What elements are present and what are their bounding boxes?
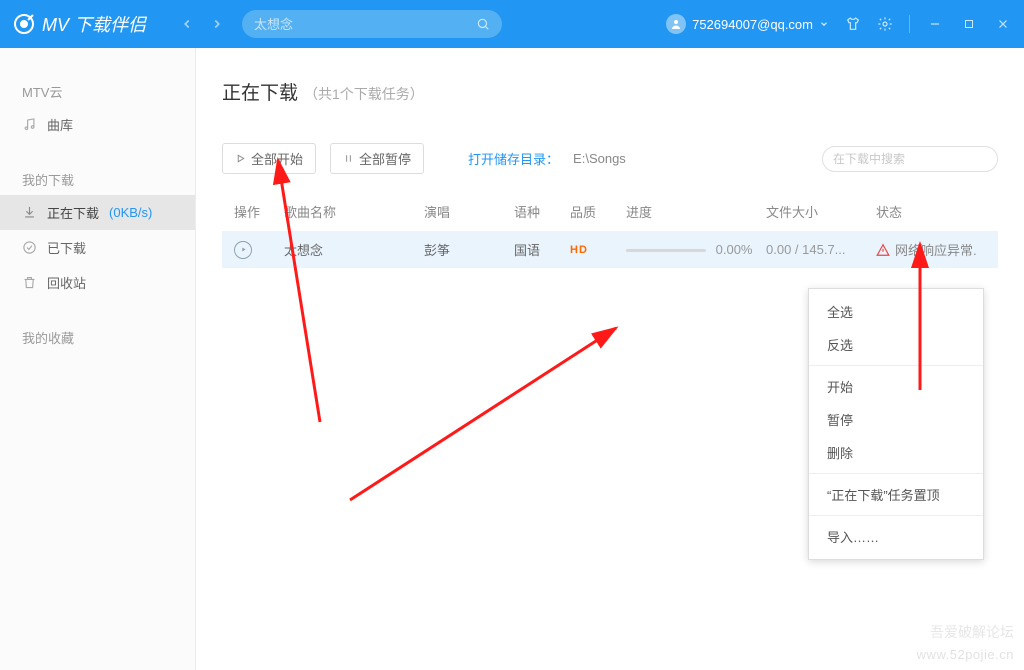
sidebar-item-label: 正在下载 (47, 203, 99, 222)
play-icon (235, 153, 246, 164)
chevron-down-icon (819, 19, 829, 29)
play-icon (240, 246, 247, 253)
app-name: MV 下载伴侣 (42, 11, 146, 37)
sidebar-item-label: 已下载 (47, 238, 86, 257)
header-search-input[interactable] (254, 17, 476, 32)
sidebar-item-library[interactable]: 曲库 (0, 107, 195, 142)
row-name: 太想念 (284, 240, 424, 259)
menu-separator (809, 473, 983, 474)
page-title: 正在下载 （共1个下载任务） (222, 78, 998, 105)
col-singer: 演唱 (424, 202, 514, 221)
menu-start[interactable]: 开始 (809, 370, 983, 403)
row-quality: HD (570, 244, 626, 256)
sidebar-item-downloaded[interactable]: 已下载 (0, 230, 195, 265)
download-search[interactable] (822, 146, 998, 172)
sidebar-item-label: 曲库 (47, 115, 73, 134)
sidebar-section-favorites: 我的收藏 (0, 322, 195, 353)
row-play-button[interactable] (234, 241, 284, 259)
col-status: 状态 (876, 202, 986, 221)
menu-separator (809, 515, 983, 516)
col-name: 歌曲名称 (284, 202, 424, 221)
row-lang: 国语 (514, 240, 570, 259)
open-storage-link[interactable]: 打开储存目录： (468, 149, 559, 168)
start-all-button[interactable]: 全部开始 (222, 143, 316, 174)
header-divider (909, 15, 910, 33)
nav-buttons (176, 13, 228, 35)
menu-select-all[interactable]: 全选 (809, 295, 983, 328)
menu-separator (809, 365, 983, 366)
context-menu: 全选 反选 开始 暂停 删除 “正在下载”任务置顶 导入…… (808, 288, 984, 560)
progress-bar (626, 249, 706, 252)
download-speed: (0KB/s) (109, 205, 152, 220)
pause-icon (343, 153, 354, 164)
col-progress: 进度 (626, 202, 766, 221)
warning-icon (876, 243, 890, 257)
user-account[interactable]: 752694007@qq.com (666, 14, 829, 34)
table-row[interactable]: 太想念 彭筝 国语 HD 0.00% 0.00 / 145.7... 网络响应异… (222, 231, 998, 268)
download-table: 操作 歌曲名称 演唱 语种 品质 进度 文件大小 状态 太想念 彭筝 国语 HD (222, 192, 998, 268)
gear-icon[interactable] (877, 16, 893, 32)
nav-back-button[interactable] (176, 13, 198, 35)
download-search-input[interactable] (833, 152, 988, 166)
maximize-button[interactable] (960, 15, 978, 33)
sidebar: MTV云 曲库 我的下载 正在下载 (0KB/s) 已下载 回收站 我的收藏 (0, 48, 196, 670)
col-lang: 语种 (514, 202, 570, 221)
toolbar: 全部开始 全部暂停 打开储存目录： E:\Songs (222, 143, 998, 174)
col-op: 操作 (234, 202, 284, 221)
watermark-url: www.52pojie.cn (917, 647, 1014, 662)
trash-icon (22, 275, 37, 290)
header-right: 752694007@qq.com (666, 14, 1012, 34)
user-label: 752694007@qq.com (692, 17, 813, 32)
sidebar-section-downloads: 我的下载 (0, 164, 195, 195)
sidebar-item-recycle[interactable]: 回收站 (0, 265, 195, 300)
watermark-text: 吾爱破解论坛 (930, 622, 1014, 642)
download-icon (22, 205, 37, 220)
row-singer: 彭筝 (424, 240, 514, 259)
search-icon (476, 17, 490, 31)
nav-forward-button[interactable] (206, 13, 228, 35)
close-button[interactable] (994, 15, 1012, 33)
menu-invert[interactable]: 反选 (809, 328, 983, 361)
menu-pin[interactable]: “正在下载”任务置顶 (809, 478, 983, 511)
sidebar-item-label: 回收站 (47, 273, 86, 292)
minimize-button[interactable] (926, 15, 944, 33)
row-size: 0.00 / 145.7... (766, 242, 876, 257)
row-status: 网络响应异常. (876, 240, 986, 259)
col-size: 文件大小 (766, 202, 876, 221)
menu-delete[interactable]: 删除 (809, 436, 983, 469)
check-icon (22, 240, 37, 255)
music-icon (22, 117, 37, 132)
row-progress: 0.00% (626, 242, 766, 257)
menu-import[interactable]: 导入…… (809, 520, 983, 553)
shirt-icon[interactable] (845, 16, 861, 32)
logo-icon (12, 12, 36, 36)
avatar-icon (666, 14, 686, 34)
sidebar-item-downloading[interactable]: 正在下载 (0KB/s) (0, 195, 195, 230)
storage-path: E:\Songs (573, 151, 626, 166)
main-content: 正在下载 （共1个下载任务） 全部开始 全部暂停 打开储存目录： E:\Song… (196, 48, 1024, 670)
app-body: MTV云 曲库 我的下载 正在下载 (0KB/s) 已下载 回收站 我的收藏 正… (0, 48, 1024, 670)
pause-all-button[interactable]: 全部暂停 (330, 143, 424, 174)
app-logo: MV 下载伴侣 (12, 11, 146, 37)
header-search[interactable] (242, 10, 502, 38)
page-subtitle: （共1个下载任务） (304, 84, 424, 104)
sidebar-section-mtvcloud: MTV云 (0, 76, 195, 107)
title-bar: MV 下载伴侣 752694007@qq.com (0, 0, 1024, 48)
col-quality: 品质 (570, 202, 626, 221)
menu-pause[interactable]: 暂停 (809, 403, 983, 436)
table-header: 操作 歌曲名称 演唱 语种 品质 进度 文件大小 状态 (222, 192, 998, 231)
